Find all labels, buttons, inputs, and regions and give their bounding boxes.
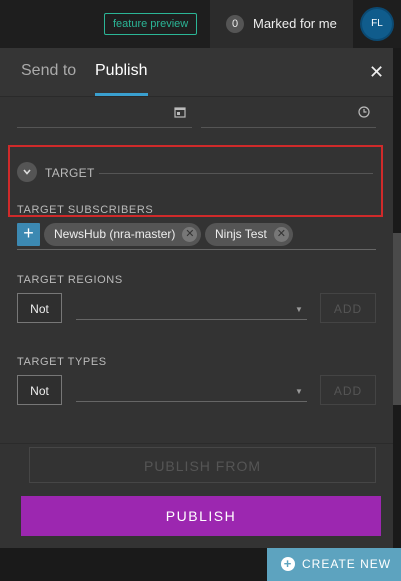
regions-select[interactable] bbox=[76, 319, 307, 320]
types-add-button[interactable]: ADD bbox=[320, 375, 376, 405]
publish-date-field[interactable] bbox=[17, 97, 192, 128]
subscriber-chip-label: Ninjs Test bbox=[215, 227, 267, 241]
publish-time-field[interactable] bbox=[201, 97, 376, 128]
top-bar: feature preview 0 Marked for me FL bbox=[0, 0, 401, 48]
types-caret-icon[interactable]: ▼ bbox=[295, 387, 303, 396]
tab-send-to[interactable]: Send to bbox=[21, 62, 76, 80]
feature-preview-badge[interactable]: feature preview bbox=[104, 13, 198, 35]
subscribers-input-line bbox=[17, 249, 376, 250]
user-avatar[interactable]: FL bbox=[362, 9, 392, 39]
calendar-icon[interactable] bbox=[174, 106, 186, 121]
panel-header: Send to Publish ✕ bbox=[0, 48, 393, 97]
target-subscribers-label: TARGET SUBSCRIBERS bbox=[17, 204, 154, 216]
types-not-toggle[interactable]: Not bbox=[17, 375, 62, 405]
tab-publish[interactable]: Publish bbox=[95, 62, 147, 80]
plus-circle-icon: + bbox=[281, 557, 295, 571]
marked-for-me-button[interactable]: 0 Marked for me bbox=[210, 0, 353, 48]
subscriber-chip-label: NewsHub (nra-master) bbox=[54, 227, 176, 241]
panel-scrollbar[interactable] bbox=[393, 233, 401, 405]
target-types-label: TARGET TYPES bbox=[17, 356, 107, 368]
create-new-label: CREATE NEW bbox=[302, 557, 392, 571]
clock-icon[interactable] bbox=[358, 106, 370, 121]
create-new-button[interactable]: + CREATE NEW bbox=[267, 548, 401, 581]
remove-chip-icon[interactable]: ✕ bbox=[273, 227, 289, 242]
regions-add-button[interactable]: ADD bbox=[320, 293, 376, 323]
close-icon[interactable]: ✕ bbox=[369, 62, 384, 83]
regions-caret-icon[interactable]: ▼ bbox=[295, 305, 303, 314]
add-subscriber-button[interactable]: + bbox=[17, 223, 40, 246]
regions-not-toggle[interactable]: Not bbox=[17, 293, 62, 323]
marked-count-badge: 0 bbox=[226, 15, 244, 33]
types-select[interactable] bbox=[76, 401, 307, 402]
marked-for-me-label: Marked for me bbox=[253, 16, 337, 31]
subscriber-chip[interactable]: Ninjs Test ✕ bbox=[205, 223, 293, 246]
active-tab-indicator bbox=[95, 93, 148, 96]
subscriber-chip[interactable]: NewsHub (nra-master) ✕ bbox=[44, 223, 202, 246]
publish-from-button[interactable]: PUBLISH FROM bbox=[29, 447, 376, 483]
remove-chip-icon[interactable]: ✕ bbox=[182, 227, 198, 242]
publish-button[interactable]: PUBLISH bbox=[21, 496, 381, 536]
target-regions-label: TARGET REGIONS bbox=[17, 274, 123, 286]
